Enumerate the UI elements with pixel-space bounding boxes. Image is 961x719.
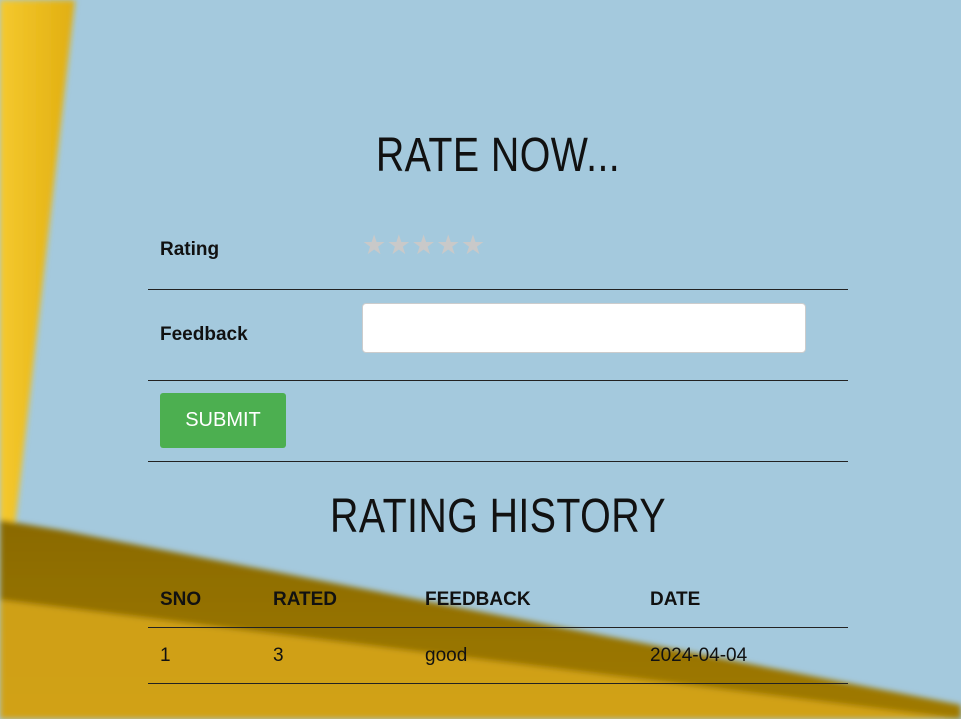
cell-date: 2024-04-04 — [638, 627, 848, 684]
column-header-feedback: FEEDBACK — [413, 572, 638, 628]
column-header-sno: SNO — [148, 572, 261, 628]
table-header-row: SNO RATED FEEDBACK DATE — [148, 572, 848, 628]
star-1-icon[interactable]: ★ — [362, 232, 386, 259]
star-2-icon[interactable]: ★ — [387, 232, 411, 259]
feedback-input[interactable] — [362, 303, 806, 353]
rating-history-table: SNO RATED FEEDBACK DATE 1 3 good 2024-04… — [148, 572, 848, 684]
table-row: 1 3 good 2024-04-04 — [148, 627, 848, 684]
column-header-date: DATE — [638, 572, 848, 628]
submit-button[interactable]: SUBMIT — [160, 393, 286, 448]
star-5-icon[interactable]: ★ — [461, 232, 485, 259]
rate-now-title: RATE NOW... — [375, 129, 621, 182]
cell-sno: 1 — [148, 627, 261, 684]
feedback-label: Feedback — [160, 324, 248, 345]
submit-row: SUBMIT — [148, 381, 848, 462]
column-header-rated: RATED — [261, 572, 413, 628]
feedback-row: Feedback — [148, 290, 848, 381]
rating-row: Rating ★ ★ ★ ★ ★ — [148, 220, 848, 290]
star-4-icon[interactable]: ★ — [436, 232, 460, 259]
cell-rated: 3 — [261, 627, 413, 684]
star-rating: ★ ★ ★ ★ ★ — [362, 232, 486, 259]
rating-history-title: RATING HISTORY — [330, 490, 666, 543]
cell-feedback: good — [413, 627, 638, 684]
rating-label: Rating — [160, 239, 220, 260]
star-3-icon[interactable]: ★ — [411, 232, 435, 259]
